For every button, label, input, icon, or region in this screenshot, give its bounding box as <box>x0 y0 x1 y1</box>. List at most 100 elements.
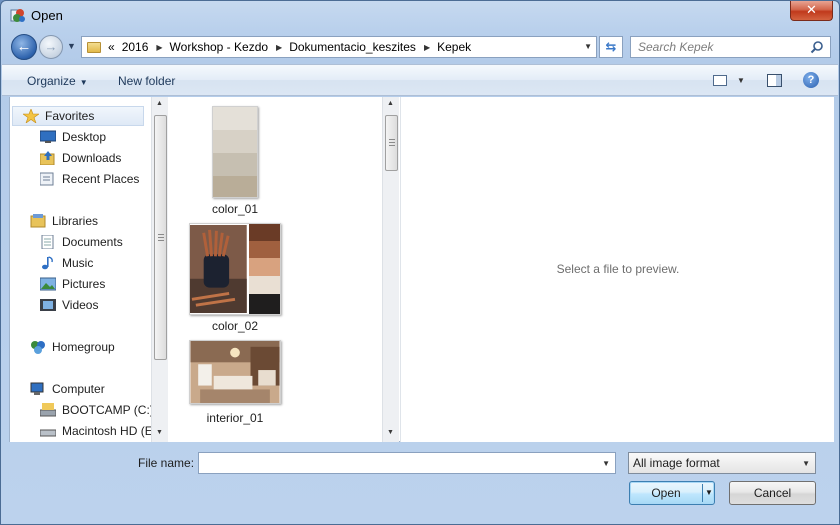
preview-pane: Select a file to preview. <box>400 97 834 442</box>
color-swatch <box>213 176 257 197</box>
file-thumbnail <box>189 223 281 315</box>
sidebar-item-documents[interactable]: Documents <box>40 232 123 252</box>
sidebar-item-label: Desktop <box>62 130 107 144</box>
address-dropdown-icon[interactable]: ▼ <box>584 42 592 51</box>
forward-button[interactable]: → <box>39 35 63 59</box>
file-type-select[interactable]: All image format ▼ <box>628 452 816 474</box>
palette-column <box>248 224 280 314</box>
search-icon[interactable] <box>810 40 824 54</box>
file-name: color_01 <box>211 202 259 216</box>
sidebar-item-label: Pictures <box>62 277 106 291</box>
preview-message: Select a file to preview. <box>556 262 680 276</box>
star-icon <box>23 109 39 123</box>
view-options-chevron-icon[interactable]: ▼ <box>737 76 745 85</box>
sidebar-item-label: Music <box>62 256 94 270</box>
scroll-down-icon[interactable]: ▼ <box>387 429 394 436</box>
grip-line <box>389 139 395 140</box>
computer-icon <box>30 382 44 395</box>
color-swatch <box>213 153 257 176</box>
help-icon[interactable]: ? <box>803 72 819 88</box>
open-options-chevron-icon[interactable]: ▼ <box>705 482 713 504</box>
forward-arrow-icon: → <box>44 39 58 54</box>
split-divider <box>702 484 703 502</box>
breadcrumb-kepek[interactable]: Kepek <box>437 40 471 54</box>
close-button[interactable]: ✕ <box>790 1 833 21</box>
scrollbar-thumb[interactable] <box>154 115 167 360</box>
color-swatch <box>213 130 257 153</box>
sidebar-item-favorites[interactable]: Favorites <box>12 106 144 126</box>
sidebar-item-bootcamp[interactable]: BOOTCAMP (C:) <box>40 400 154 420</box>
open-button[interactable]: Open ▼ <box>629 481 715 505</box>
videos-icon <box>40 299 56 311</box>
scroll-up-icon[interactable]: ▲ <box>387 100 394 107</box>
file-item[interactable]: color_01 <box>180 106 290 216</box>
scroll-up-icon[interactable]: ▲ <box>156 100 163 107</box>
breadcrumb-workshop[interactable]: Workshop - Kezdo <box>170 40 269 54</box>
grip-line <box>389 145 395 146</box>
scroll-down-icon[interactable]: ▼ <box>156 429 163 436</box>
browser-area: Favorites Desktop Downloads Recent Place… <box>9 97 834 442</box>
sidebar-item-recent-places[interactable]: Recent Places <box>40 169 139 189</box>
drive-icon <box>40 403 56 417</box>
sidebar-item-pictures[interactable]: Pictures <box>40 274 105 294</box>
folder-icon <box>87 41 101 53</box>
search-box[interactable] <box>630 36 831 58</box>
sidebar-item-music[interactable]: Music <box>40 253 93 273</box>
sidebar-item-desktop[interactable]: Desktop <box>40 127 106 147</box>
sidebar-item-label: Documents <box>62 235 123 249</box>
sidebar-item-macintosh-hd[interactable]: Macintosh HD (E <box>40 421 153 441</box>
filename-dropdown-icon[interactable]: ▼ <box>602 459 610 468</box>
preview-pane-icon[interactable] <box>767 74 782 87</box>
sidebar-item-libraries[interactable]: Libraries <box>30 211 98 231</box>
file-item[interactable]: color_02 <box>180 223 290 333</box>
color-swatch <box>248 241 280 258</box>
scrollbar-thumb[interactable] <box>385 115 398 171</box>
navigation-scrollbar[interactable]: ▲ ▼ <box>151 97 168 442</box>
sidebar-item-label: Libraries <box>52 214 99 228</box>
organize-label: Organize <box>27 74 76 88</box>
breadcrumb-separator-icon[interactable]: ▶ <box>424 43 430 52</box>
recent-places-icon <box>40 172 54 186</box>
back-button[interactable]: ← <box>11 34 37 60</box>
cinnamon-photo <box>190 224 247 314</box>
sidebar-item-computer[interactable]: Computer <box>30 379 105 399</box>
sidebar-item-downloads[interactable]: Downloads <box>40 148 121 168</box>
breadcrumb-separator-icon[interactable]: ▶ <box>156 43 162 52</box>
file-list: color_01 color_02 interior_01 <box>168 97 383 442</box>
filename-input[interactable] <box>203 453 598 473</box>
window-title: Open <box>31 8 63 23</box>
recent-locations-chevron-icon[interactable]: ▼ <box>67 41 76 51</box>
sidebar-item-homegroup[interactable]: Homegroup <box>30 337 115 357</box>
file-item[interactable]: interior_01 <box>180 340 290 425</box>
sidebar-item-videos[interactable]: Videos <box>40 295 98 315</box>
address-bar[interactable]: « 2016 ▶ Workshop - Kezdo ▶ Dokumentacio… <box>81 36 597 58</box>
grip-line <box>389 142 395 143</box>
search-input[interactable] <box>638 37 808 57</box>
change-view-icon[interactable] <box>713 75 727 86</box>
new-folder-button[interactable]: New folder <box>118 74 175 88</box>
sidebar-item-label: Computer <box>52 382 105 396</box>
cancel-button[interactable]: Cancel <box>729 481 816 505</box>
libraries-icon <box>30 214 46 228</box>
filename-combobox[interactable]: ▼ <box>198 452 616 474</box>
downloads-icon <box>40 151 55 165</box>
close-icon: ✕ <box>806 2 817 17</box>
title-bar: Open ✕ <box>1 1 839 31</box>
homegroup-icon <box>31 341 45 354</box>
breadcrumb-overflow[interactable]: « <box>108 40 115 54</box>
organize-menu[interactable]: Organize ▼ <box>27 74 88 88</box>
sidebar-item-label: Favorites <box>45 109 95 123</box>
open-dialog: Open ✕ ← → ▼ « 2016 ▶ Workshop - Kezdo ▶… <box>0 0 840 525</box>
refresh-button[interactable]: ⇆ <box>599 36 623 58</box>
file-list-scrollbar[interactable]: ▲ ▼ <box>382 97 399 442</box>
documents-icon <box>41 235 54 249</box>
breadcrumb-2016[interactable]: 2016 <box>122 40 149 54</box>
file-thumbnail <box>189 340 281 404</box>
breadcrumb-separator-icon[interactable]: ▶ <box>276 43 282 52</box>
open-label: Open <box>651 486 681 500</box>
chevron-down-icon: ▼ <box>802 459 810 468</box>
sidebar-item-label: Downloads <box>62 151 122 165</box>
grip-line <box>158 234 164 235</box>
breadcrumb-dokumentacio[interactable]: Dokumentacio_keszites <box>289 40 416 54</box>
navigation-pane: Favorites Desktop Downloads Recent Place… <box>10 97 163 442</box>
